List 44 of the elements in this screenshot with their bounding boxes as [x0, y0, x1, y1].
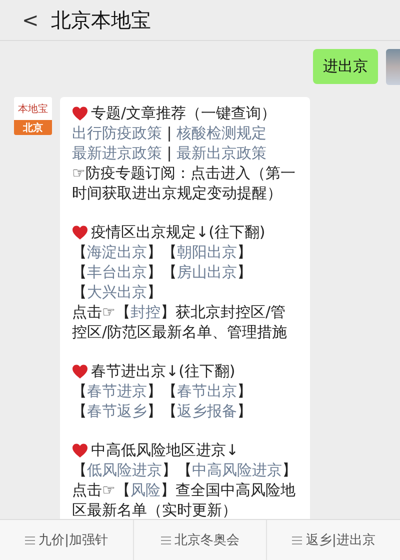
back-button[interactable]: < — [22, 8, 39, 32]
menu-icon — [292, 536, 302, 544]
heart-icon — [72, 224, 88, 240]
link[interactable]: 春节返乡 — [87, 402, 147, 420]
link[interactable]: 丰台出京 — [87, 263, 147, 281]
link[interactable]: 返乡报备 — [177, 402, 237, 420]
message-text: 最新进京政策 | 最新出京政策 — [72, 143, 268, 163]
link[interactable]: 最新进京政策 — [72, 144, 162, 162]
link[interactable]: 中高风险进京 — [192, 461, 282, 479]
message-text: ☞防疫专题订阅：点击进入（第一时间获取进出京规定变动提醒） — [72, 163, 296, 203]
heart-icon — [72, 106, 88, 120]
link[interactable]: 朝阳出京 — [177, 243, 237, 261]
link[interactable]: 低风险进京 — [87, 461, 162, 479]
message-text: 点击☞【封控】获北京封控区/管控区/防范区最新名单、管理措施 — [72, 302, 288, 342]
chat-title: 北京本地宝 — [50, 6, 151, 34]
message-text: 【春节进京】【春节出京】 — [72, 381, 253, 401]
message-text: 【春节返乡】【返乡报备】 — [72, 401, 253, 421]
link[interactable]: 海淀出京 — [87, 243, 147, 261]
message-text: 【大兴出京】 — [72, 282, 163, 302]
menu-icon — [24, 536, 35, 544]
link[interactable]: 风险 — [130, 481, 160, 499]
heart-icon — [72, 442, 88, 458]
section-title: 春节进出京↓(往下翻) — [91, 361, 236, 381]
link[interactable]: 房山出京 — [177, 263, 237, 281]
link[interactable]: 最新出京政策 — [176, 144, 267, 162]
link[interactable]: 大兴出京 — [87, 283, 147, 301]
sent-message: 进出京 — [313, 49, 378, 84]
link[interactable]: 春节出京 — [177, 382, 237, 400]
link[interactable]: 核酸检测规定 — [176, 124, 267, 142]
message-text: 【海淀出京】【朝阳出京】 — [72, 242, 253, 262]
section-title: 疫情区出京规定↓(往下翻) — [91, 222, 266, 242]
link[interactable]: 春节进京 — [87, 382, 147, 400]
message-text: 【低风险进京】【中高风险进京】 — [72, 460, 298, 480]
link[interactable]: 封控 — [130, 303, 160, 321]
account-logo: 本地宝 北京 — [14, 97, 52, 135]
heart-icon — [72, 364, 88, 378]
section-title: 专题/文章推荐（一键查询） — [91, 103, 276, 123]
section-title: 中高低风险地区进京↓ — [91, 440, 239, 460]
menu-icon — [160, 536, 170, 544]
message-text: 出行防疫政策 | 核酸检测规定 — [72, 123, 268, 143]
message-text: 点击☞【风险】查全国中高风险地区最新名单（实时更新） — [72, 480, 296, 519]
link[interactable]: 出行防疫政策 — [72, 124, 162, 142]
message-text: 【丰台出京】【房山出京】 — [72, 262, 253, 282]
user-avatar — [386, 49, 400, 85]
